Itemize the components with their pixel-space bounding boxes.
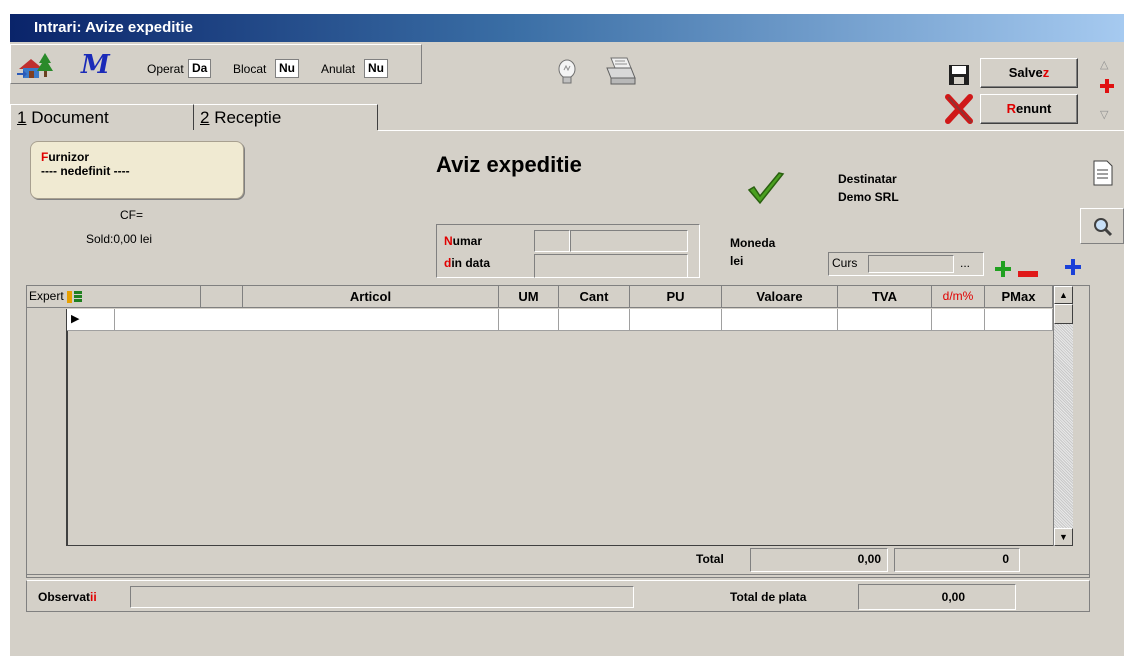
save-button-label: Salve [1008,65,1043,80]
grid-body [67,331,1053,546]
row-indicator-column [27,309,67,546]
checkmark-icon [746,170,786,208]
destinatar-value: Demo SRL [838,190,899,204]
numar-hotkey: N [444,234,453,248]
moneda-label: Moneda [730,236,776,250]
table-cell[interactable] [630,309,722,331]
total-plata-label: Total de plata [730,590,807,604]
total-value-text: 0,00 [857,552,881,566]
tab-receptie-label: Receptie [209,108,282,127]
table-cell[interactable] [559,309,630,331]
curs-label: Curs [832,256,858,270]
table-row[interactable]: ▶ [67,309,115,331]
total-label: Total [696,552,724,566]
din-data-label-text: in data [451,256,491,270]
expert-header[interactable]: Expert [27,286,201,308]
furnizor-value: ---- nedefinit ---- [41,164,130,178]
add-red-icon[interactable] [1099,78,1115,94]
grid-col-dm[interactable]: d/m% [932,286,985,308]
app-window: Intrari: Avize expeditie M Operat Da Blo… [10,14,1124,656]
grid-col-tva[interactable]: TVA [838,286,932,308]
scroll-up-button[interactable]: ▲ [1054,286,1073,304]
cancel-button-hotkey: R [1006,101,1016,116]
add-row-icon[interactable] [994,260,1012,278]
svg-text:M: M [80,51,111,79]
numar-label-text: umar [452,234,483,248]
grid-col-spacer [201,286,243,308]
numar-field[interactable] [570,230,688,252]
add-blue-icon[interactable] [1064,258,1082,276]
scroll-down-button[interactable]: ▼ [1054,528,1073,546]
table-cell[interactable] [115,309,499,331]
moneda-value: lei [730,254,744,268]
save-icon[interactable] [948,64,970,86]
table-cell[interactable] [499,309,559,331]
document-icon[interactable] [1092,160,1114,186]
total-plata-value: 0,00 [941,590,965,604]
total-plata-field: 0,00 [858,584,1016,610]
table-cell[interactable] [985,309,1053,331]
table-cell[interactable] [722,309,838,331]
total-count-text: 0 [1002,552,1009,566]
cancel-x-icon[interactable] [945,94,973,124]
grid-col-cant[interactable]: Cant [559,286,630,308]
grid-col-pmax[interactable]: PMax [985,286,1053,308]
tab-receptie[interactable]: 2 Receptie [194,104,378,130]
save-button[interactable]: Salvez [980,58,1078,88]
magnifier-icon [1093,217,1113,240]
status-toolbar: M Operat Da Blocat Nu Anulat Nu [10,44,422,84]
tab-document[interactable]: 1 Document [10,104,194,130]
din-data-field[interactable] [534,254,688,278]
din-data-label: din data [444,256,490,270]
home-icon[interactable] [17,51,59,79]
m-logo-icon: M [79,50,125,80]
numar-serie-field[interactable] [534,230,570,252]
observatii-label: Observatii [38,590,97,604]
operat-label: Operat [147,62,184,76]
curs-dots-button[interactable]: ... [960,256,970,270]
table-cell[interactable] [932,309,985,331]
operat-value[interactable]: Da [188,59,212,78]
scroll-thumb[interactable] [1054,304,1073,324]
cancel-button[interactable]: Renunt [980,94,1078,124]
printer-icon[interactable] [603,56,637,88]
tab-document-label: Document [26,108,109,127]
document-title: Aviz expeditie [436,152,582,177]
observatii-hotkey: ii [90,590,97,604]
lightbulb-icon[interactable] [555,58,579,88]
current-row-icon: ▶ [71,313,80,325]
blocat-label: Blocat [233,62,267,76]
remove-row-icon[interactable] [1018,266,1038,277]
total-count: 0 [894,548,1020,572]
grid-col-um[interactable]: UM [499,286,559,308]
window-title: Intrari: Avize expeditie [10,14,1124,42]
tab-underline [378,130,1124,131]
observatii-field[interactable] [130,586,634,608]
grid-col-articol[interactable]: Articol [243,286,499,308]
grid-col-pu[interactable]: PU [630,286,722,308]
scroll-down-icon[interactable]: ▽ [1100,108,1108,121]
cancel-button-label: enunt [1016,101,1052,116]
grid-scrollbar[interactable]: ▲ ▼ [1053,286,1073,546]
tree-icon[interactable] [67,290,83,304]
total-value: 0,00 [750,548,888,572]
furnizor-label: urnizor [48,150,90,164]
save-button-hotkey: z [1042,65,1050,80]
search-button[interactable] [1080,208,1124,244]
observatii-label-text: Observat [38,590,91,604]
curs-field[interactable] [868,255,954,273]
cf-text: CF= [120,208,144,222]
scroll-up-icon[interactable]: △ [1100,58,1108,71]
sold-text: Sold:0,00 lei [86,232,153,246]
numar-label: Numar [444,234,482,248]
anulat-label: Anulat [321,62,356,76]
expert-label: Expert [29,289,64,303]
articles-grid: Expert Articol UM Cant PU Valoare TVA d/… [26,285,1090,575]
blocat-value[interactable]: Nu [275,59,299,78]
destinatar-label: Destinatar [838,172,897,186]
table-cell[interactable] [838,309,932,331]
anulat-value[interactable]: Nu [364,59,388,78]
furnizor-button[interactable]: Furnizor ---- nedefinit ---- [30,141,244,199]
grid-col-valoare[interactable]: Valoare [722,286,838,308]
